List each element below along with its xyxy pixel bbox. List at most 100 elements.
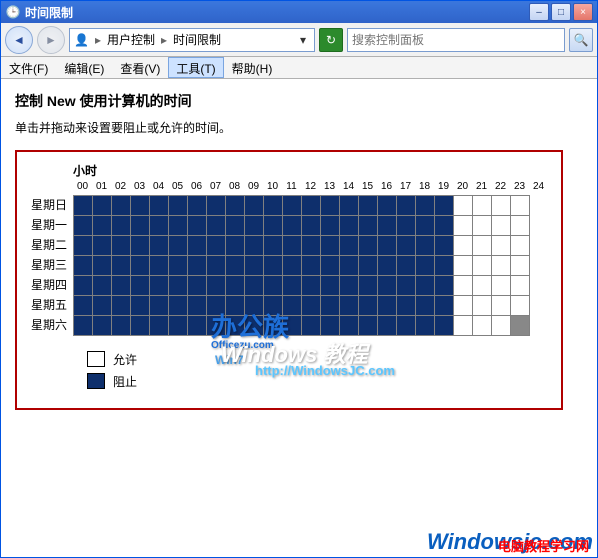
grid-cell[interactable] (321, 196, 340, 216)
grid-cell[interactable] (112, 256, 131, 276)
grid-cell[interactable] (454, 316, 473, 336)
grid-cell[interactable] (359, 256, 378, 276)
close-button[interactable]: × (573, 3, 593, 21)
grid-cell[interactable] (112, 316, 131, 336)
grid-cell[interactable] (226, 196, 245, 216)
grid-cell[interactable] (283, 216, 302, 236)
grid-cell[interactable] (340, 296, 359, 316)
grid-cell[interactable] (397, 236, 416, 256)
grid-cell[interactable] (283, 316, 302, 336)
grid-cell[interactable] (302, 276, 321, 296)
grid-cell[interactable] (245, 296, 264, 316)
grid-cell[interactable] (112, 236, 131, 256)
grid-cell[interactable] (207, 316, 226, 336)
grid-cell[interactable] (397, 316, 416, 336)
grid-cell[interactable] (302, 236, 321, 256)
grid-cell[interactable] (150, 256, 169, 276)
grid-cell[interactable] (397, 216, 416, 236)
grid-cell[interactable] (169, 216, 188, 236)
grid-cell[interactable] (473, 296, 492, 316)
grid-cell[interactable] (454, 216, 473, 236)
grid-cell[interactable] (397, 276, 416, 296)
grid-cell[interactable] (340, 196, 359, 216)
grid-cell[interactable] (492, 236, 511, 256)
grid-cell[interactable] (264, 316, 283, 336)
grid-cell[interactable] (74, 256, 93, 276)
grid-cell[interactable] (207, 276, 226, 296)
grid-cell[interactable] (416, 316, 435, 336)
grid-cell[interactable] (397, 196, 416, 216)
grid-cell[interactable] (188, 216, 207, 236)
grid-cell[interactable] (435, 196, 454, 216)
grid-cell[interactable] (435, 276, 454, 296)
grid-cell[interactable] (492, 276, 511, 296)
grid-cell[interactable] (74, 216, 93, 236)
grid-cell[interactable] (169, 296, 188, 316)
grid-cell[interactable] (245, 236, 264, 256)
grid-cell[interactable] (435, 256, 454, 276)
grid-cell[interactable] (359, 196, 378, 216)
grid-cell[interactable] (492, 316, 511, 336)
grid-cell[interactable] (131, 276, 150, 296)
grid-cell[interactable] (93, 196, 112, 216)
grid-cell[interactable] (321, 316, 340, 336)
grid-cell[interactable] (207, 196, 226, 216)
grid-cell[interactable] (207, 296, 226, 316)
grid-cell[interactable] (416, 196, 435, 216)
grid-cell[interactable] (169, 316, 188, 336)
grid-cell[interactable] (435, 296, 454, 316)
grid-cell[interactable] (226, 276, 245, 296)
grid-cell[interactable] (245, 276, 264, 296)
grid-cell[interactable] (283, 296, 302, 316)
grid-cell[interactable] (264, 276, 283, 296)
grid-cell[interactable] (283, 256, 302, 276)
grid-cell[interactable] (112, 196, 131, 216)
address-bar[interactable]: 👤 ▸ 用户控制 ▸ 时间限制 ▾ (69, 28, 315, 52)
grid-cell[interactable] (169, 236, 188, 256)
grid-cell[interactable] (378, 296, 397, 316)
grid-cell[interactable] (435, 316, 454, 336)
grid-cell[interactable] (264, 296, 283, 316)
grid-cell[interactable] (511, 256, 530, 276)
grid-cell[interactable] (511, 276, 530, 296)
grid-cell[interactable] (359, 316, 378, 336)
grid-cell[interactable] (74, 296, 93, 316)
grid-cell[interactable] (150, 316, 169, 336)
grid-cell[interactable] (74, 196, 93, 216)
time-grid[interactable] (73, 195, 530, 336)
grid-cell[interactable] (454, 236, 473, 256)
grid-cell[interactable] (378, 236, 397, 256)
grid-cell[interactable] (188, 236, 207, 256)
grid-cell[interactable] (302, 216, 321, 236)
grid-cell[interactable] (473, 216, 492, 236)
grid-cell[interactable] (74, 316, 93, 336)
grid-cell[interactable] (340, 256, 359, 276)
grid-cell[interactable] (169, 276, 188, 296)
grid-cell[interactable] (359, 296, 378, 316)
grid-cell[interactable] (473, 316, 492, 336)
breadcrumb-seg-1[interactable]: 用户控制 (107, 31, 155, 48)
grid-cell[interactable] (264, 196, 283, 216)
grid-cell[interactable] (131, 196, 150, 216)
grid-cell[interactable] (188, 196, 207, 216)
grid-cell[interactable] (169, 196, 188, 216)
search-input[interactable] (352, 33, 560, 47)
grid-cell[interactable] (207, 216, 226, 236)
grid-cell[interactable] (397, 296, 416, 316)
grid-cell[interactable] (359, 276, 378, 296)
grid-cell[interactable] (207, 256, 226, 276)
minimize-button[interactable]: – (529, 3, 549, 21)
grid-cell[interactable] (112, 296, 131, 316)
maximize-button[interactable]: □ (551, 3, 571, 21)
grid-cell[interactable] (321, 276, 340, 296)
grid-cell[interactable] (283, 236, 302, 256)
grid-cell[interactable] (378, 316, 397, 336)
grid-cell[interactable] (511, 316, 530, 336)
grid-cell[interactable] (378, 276, 397, 296)
grid-cell[interactable] (397, 256, 416, 276)
grid-cell[interactable] (302, 196, 321, 216)
grid-cell[interactable] (264, 236, 283, 256)
grid-cell[interactable] (511, 296, 530, 316)
grid-cell[interactable] (226, 296, 245, 316)
grid-cell[interactable] (93, 216, 112, 236)
